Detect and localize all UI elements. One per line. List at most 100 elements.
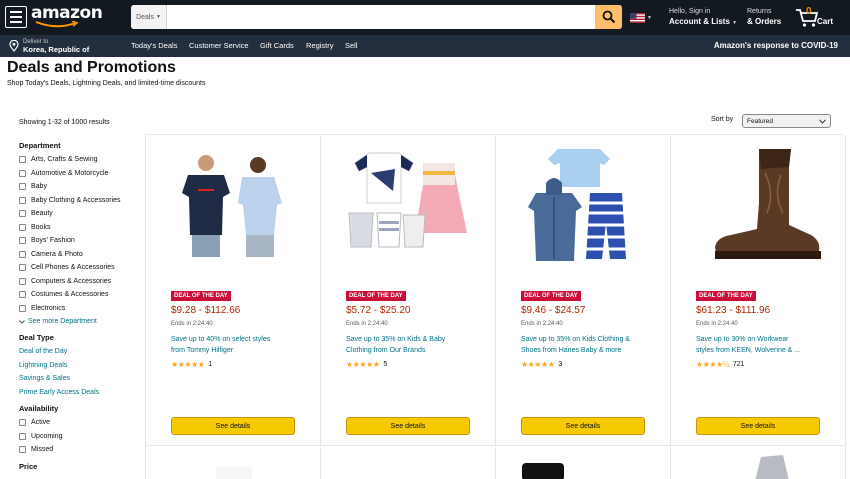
filter-label: Boys' Fashion: [31, 237, 75, 245]
filter-label: Automotive & Motorcycle: [31, 169, 109, 177]
returns-orders-link[interactable]: Returns & Orders: [747, 7, 781, 27]
department-filter[interactable]: Arts, Crafts & Sewing: [19, 153, 139, 167]
deal-card[interactable]: DEAL OF THE DAY $5.72 - $25.20 Ends in 2…: [321, 135, 496, 446]
department-filter[interactable]: Baby: [19, 180, 139, 194]
deal-description[interactable]: Save up to 35% on Kids & Baby Clothing fr…: [346, 334, 486, 356]
deal-rating[interactable]: ★★★★★ 5: [346, 360, 387, 369]
amazon-logo[interactable]: amazon: [31, 4, 103, 30]
us-flag-icon: [630, 13, 645, 23]
department-filter[interactable]: Camera & Photo: [19, 248, 139, 262]
checkbox[interactable]: [19, 304, 26, 312]
product-image[interactable]: [671, 143, 846, 273]
deliver-to-country: Korea, Republic of: [23, 45, 90, 54]
sort-dropdown[interactable]: Featured: [742, 114, 831, 128]
subnav-todays-deals[interactable]: Today's Deals: [131, 41, 177, 50]
checkbox[interactable]: [19, 183, 26, 191]
department-filter[interactable]: Cell Phones & Accessories: [19, 261, 139, 275]
checkbox[interactable]: [19, 277, 26, 285]
department-filter[interactable]: Beauty: [19, 207, 139, 221]
deal-timer: Ends in 2:24:40: [346, 321, 388, 327]
deal-type-link[interactable]: Lightning Deals: [19, 359, 139, 373]
search-button[interactable]: [595, 5, 622, 29]
review-count: 1: [208, 361, 213, 368]
availability-filter[interactable]: Active: [19, 416, 139, 430]
filter-label: Baby: [31, 183, 47, 191]
menu-icon[interactable]: [5, 6, 27, 28]
department-heading: Department: [19, 141, 61, 150]
department-filter[interactable]: Automotive & Motorcycle: [19, 167, 139, 181]
filter-label: Costumes & Accessories: [31, 291, 109, 299]
deal-card[interactable]: DEAL OF THE DAY $9.46 - $24.57 Ends in 2…: [496, 135, 671, 446]
checkbox[interactable]: [19, 264, 26, 272]
cart-button[interactable]: 0 Cart: [795, 6, 845, 29]
checkbox[interactable]: [19, 210, 26, 218]
deal-card-partial[interactable]: [671, 447, 846, 479]
subnav-registry[interactable]: Registry: [306, 41, 334, 50]
top-nav: amazon Deals ▼ ▼ Hello, Sign in Account …: [0, 0, 850, 35]
deal-description[interactable]: Save up to 40% on select styles from Tomm…: [171, 334, 311, 356]
star-rating-icon: ★★★★½: [696, 360, 729, 369]
product-image: [755, 455, 789, 479]
deal-description[interactable]: Save up to 30% on Workwear styles from KE…: [696, 334, 836, 356]
subnav-sell[interactable]: Sell: [345, 41, 358, 50]
product-image[interactable]: [146, 143, 321, 273]
see-details-button[interactable]: See details: [696, 417, 820, 435]
availability-filter[interactable]: Upcoming: [19, 430, 139, 444]
chevron-down-icon: [819, 118, 826, 124]
checkbox[interactable]: [19, 291, 26, 299]
subnav-customer-service[interactable]: Customer Service: [189, 41, 249, 50]
see-details-button[interactable]: See details: [521, 417, 645, 435]
see-details-button[interactable]: See details: [171, 417, 295, 435]
filter-label: Books: [31, 223, 51, 231]
deal-badge: DEAL OF THE DAY: [171, 291, 231, 301]
checkbox[interactable]: [19, 419, 26, 427]
department-filter[interactable]: Boys' Fashion: [19, 234, 139, 248]
location-pin-icon: [9, 40, 19, 52]
product-image[interactable]: [321, 143, 496, 273]
checkbox[interactable]: [19, 156, 26, 164]
deal-rating[interactable]: ★★★★½ 721: [696, 360, 745, 369]
availability-filter[interactable]: Missed: [19, 443, 139, 457]
checkbox[interactable]: [19, 223, 26, 231]
department-filter[interactable]: Costumes & Accessories: [19, 288, 139, 302]
subnav-gift-cards[interactable]: Gift Cards: [260, 41, 294, 50]
product-image[interactable]: [496, 143, 671, 273]
deal-type-link[interactable]: Prime Early Access Deals: [19, 386, 139, 400]
checkbox[interactable]: [19, 250, 26, 258]
search-input[interactable]: [167, 5, 595, 29]
page-title: Deals and Promotions: [7, 59, 176, 76]
chevron-down-icon: ▼: [647, 15, 652, 21]
deal-type-link[interactable]: Deal of the Day: [19, 345, 139, 359]
deal-badge: DEAL OF THE DAY: [346, 291, 406, 301]
see-details-button[interactable]: See details: [346, 417, 470, 435]
account-lists-link[interactable]: Hello, Sign in Account & Lists ▼: [669, 7, 737, 28]
checkbox[interactable]: [19, 169, 26, 177]
checkbox[interactable]: [19, 432, 26, 440]
checkbox[interactable]: [19, 196, 26, 204]
department-filter[interactable]: Electronics: [19, 302, 139, 316]
department-filter[interactable]: Computers & Accessories: [19, 275, 139, 289]
department-filter[interactable]: Books: [19, 221, 139, 235]
deal-card[interactable]: DEAL OF THE DAY $61.23 - $111.96 Ends in…: [671, 135, 846, 446]
deal-rating[interactable]: ★★★★★ 1: [171, 360, 212, 369]
deal-description[interactable]: Save up to 35% on Kids Clothing & Shoes f…: [521, 334, 661, 356]
search-category-dropdown[interactable]: Deals ▼: [131, 5, 167, 29]
deal-rating[interactable]: ★★★★★ 3: [521, 360, 562, 369]
checkbox[interactable]: [19, 237, 26, 245]
covid-response-link[interactable]: Amazon's response to COVID-19: [714, 41, 838, 50]
language-selector[interactable]: ▼: [630, 13, 652, 23]
see-more-department-link[interactable]: See more Department: [19, 315, 139, 328]
filter-sidebar: Department Arts, Crafts & Sewing Automot…: [19, 141, 139, 474]
deliver-to-link[interactable]: Deliver to Korea, Republic of: [9, 38, 89, 54]
deal-card-partial[interactable]: [496, 447, 671, 479]
search-category-label: Deals: [136, 13, 154, 21]
deal-timer: Ends in 2:24:40: [171, 321, 213, 327]
department-filter[interactable]: Baby Clothing & Accessories: [19, 194, 139, 208]
deal-card-partial[interactable]: [321, 447, 496, 479]
deal-type-link[interactable]: Savings & Sales: [19, 372, 139, 386]
search-bar: Deals ▼: [131, 5, 622, 29]
deal-card[interactable]: DEAL OF THE DAY $9.28 - $112.66 Ends in …: [146, 135, 321, 446]
checkbox[interactable]: [19, 446, 26, 454]
deal-card-partial[interactable]: [146, 447, 321, 479]
deal-badge: DEAL OF THE DAY: [521, 291, 581, 301]
